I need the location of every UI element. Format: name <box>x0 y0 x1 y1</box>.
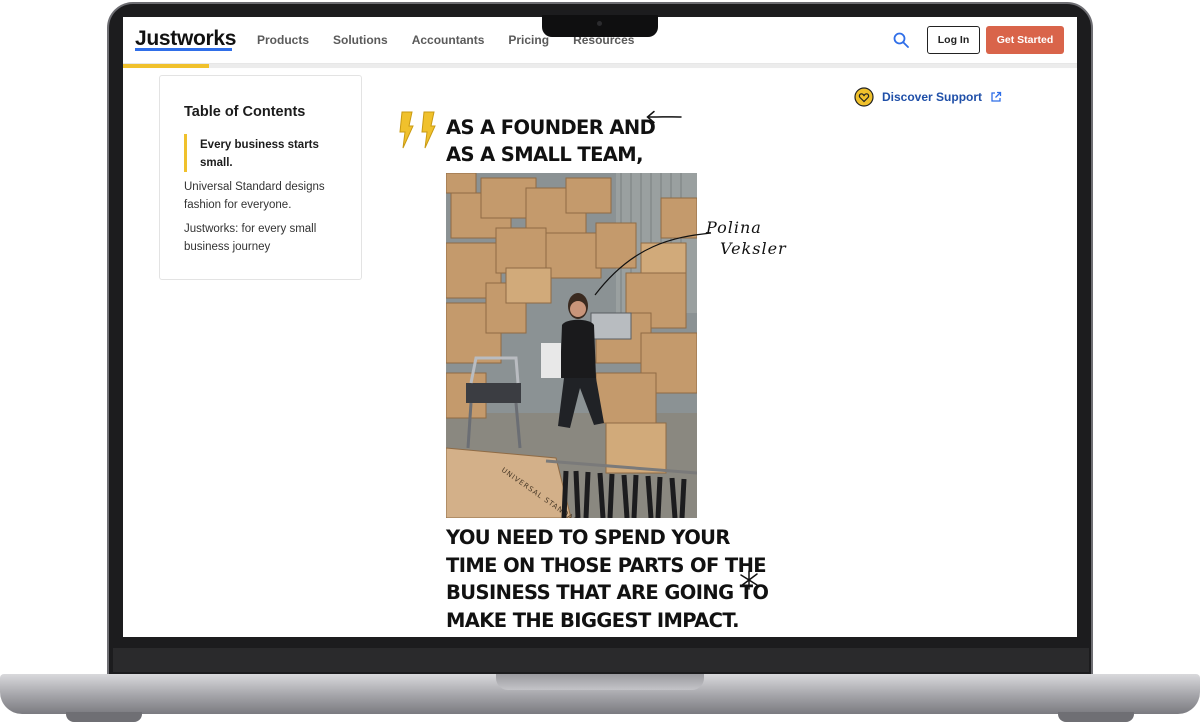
laptop-foot-left <box>66 712 142 722</box>
reading-progress-bar <box>123 64 1077 68</box>
table-of-contents: Table of Contents Every business starts … <box>159 75 362 280</box>
toc-item-universal-standard[interactable]: Universal Standard designs fashion for e… <box>184 178 344 214</box>
hand-drawn-asterisk-icon <box>740 570 758 590</box>
camera-icon <box>597 21 602 26</box>
quote-line: AS A SMALL TEAM, <box>446 143 644 166</box>
laptop-foot-right <box>1058 712 1134 722</box>
annotation-first-name: Polina <box>706 218 762 237</box>
external-link-icon <box>991 91 1002 102</box>
toc-active-indicator <box>184 134 187 172</box>
laptop-hinge-notch <box>496 674 704 690</box>
quote-line: BUSINESS THAT ARE GOING TO <box>446 581 769 604</box>
login-button[interactable]: Log In <box>927 26 980 54</box>
annotation-name: Polina Veksler <box>706 217 787 259</box>
camera-notch <box>542 15 658 37</box>
support-heart-icon <box>854 87 874 107</box>
discover-support-link[interactable]: Discover Support <box>854 87 1002 107</box>
nav-products[interactable]: Products <box>257 33 309 47</box>
annotation-last-name: Veksler <box>720 239 787 258</box>
hand-drawn-arrow-icon <box>646 110 682 124</box>
laptop-bezel <box>113 648 1089 672</box>
quote-line: YOU NEED TO SPEND YOUR <box>446 526 730 549</box>
nav-solutions[interactable]: Solutions <box>333 33 388 47</box>
nav-pricing[interactable]: Pricing <box>508 33 549 47</box>
nav-accountants[interactable]: Accountants <box>412 33 485 47</box>
search-icon[interactable] <box>893 32 909 48</box>
reading-progress-fill <box>123 64 209 68</box>
quote-closing: YOU NEED TO SPEND YOUR TIME ON THOSE PAR… <box>446 524 786 634</box>
logo-underline <box>135 48 232 51</box>
browser-screen: Justworks Products Solutions Accountants… <box>123 17 1077 637</box>
quote-marks-icon <box>399 111 436 149</box>
support-label: Discover Support <box>882 90 983 104</box>
toc-item-justworks-journey[interactable]: Justworks: for every small business jour… <box>184 220 344 256</box>
get-started-button[interactable]: Get Started <box>986 26 1064 54</box>
quote-line: MAKE THE BIGGEST IMPACT. <box>446 608 740 632</box>
toc-title: Table of Contents <box>184 104 306 120</box>
toc-item-every-business[interactable]: Every business starts small. <box>200 136 340 172</box>
annotation-pointer-line <box>594 232 712 296</box>
quote-line: TIME ON THOSE PARTS OF THE <box>446 553 767 577</box>
